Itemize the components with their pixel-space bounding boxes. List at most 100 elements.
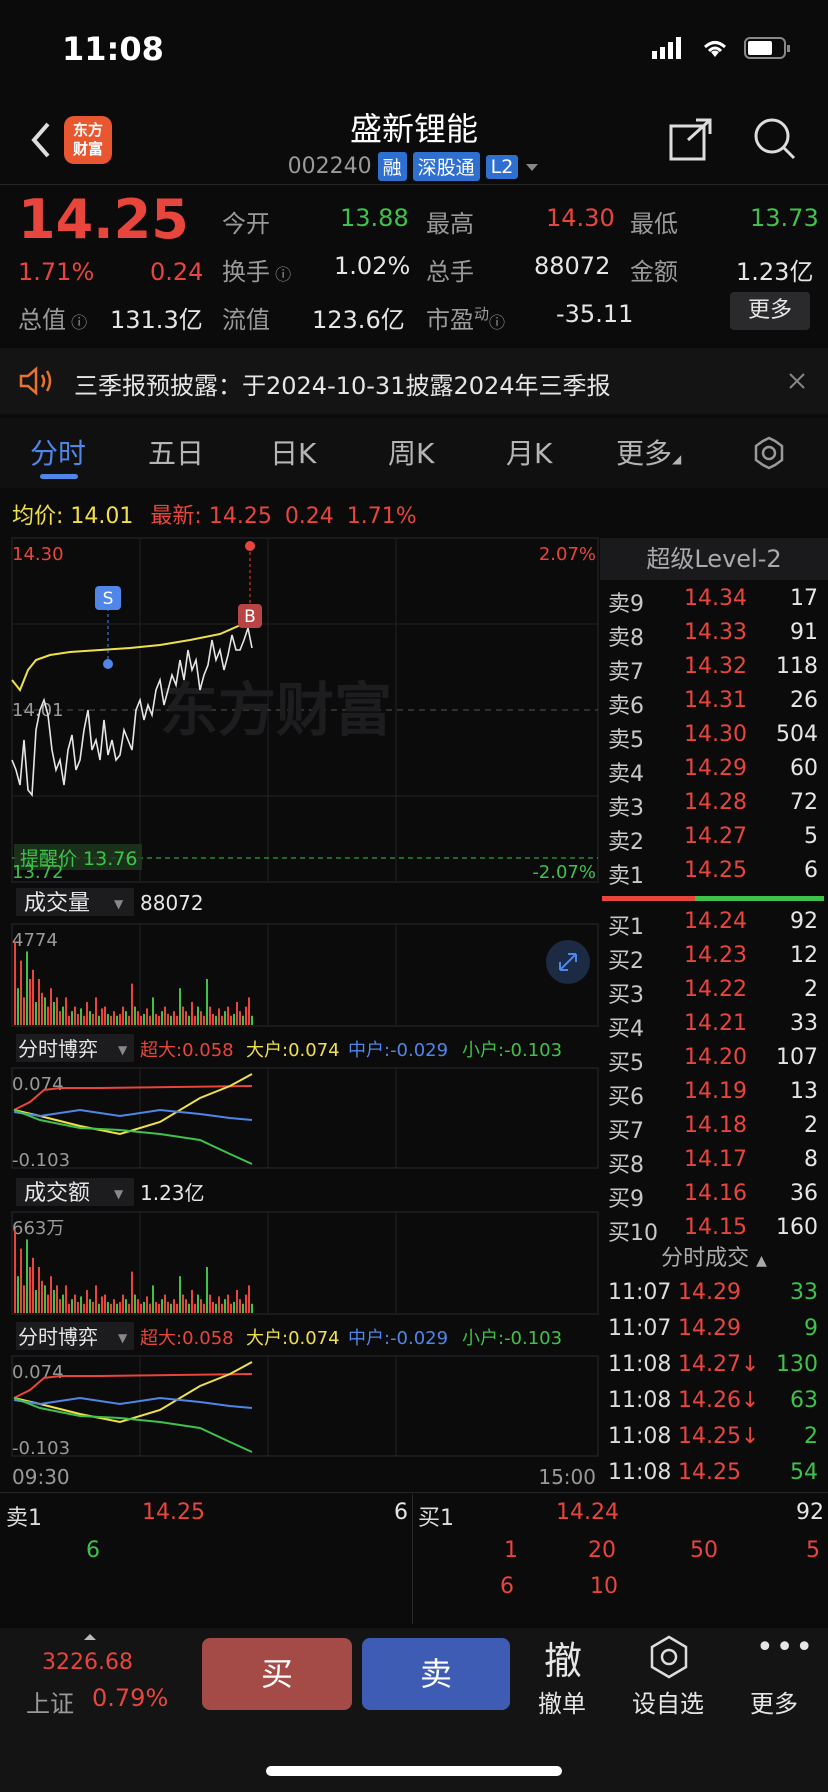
volume-bar [227, 1006, 229, 1025]
ticks-header[interactable]: 分时成交 ▲ [600, 1242, 828, 1276]
orderbook-row[interactable]: 买4 14.21 33 [600, 1009, 828, 1043]
index-value[interactable]: 3226.68 [42, 1650, 133, 1675]
more-icon[interactable]: ••• [756, 1630, 815, 1665]
orderbook-row[interactable]: 卖3 14.28 72 [600, 788, 828, 822]
game-super-2: 超大:0.058 [140, 1328, 234, 1349]
search-icon[interactable] [752, 116, 798, 162]
volume-bar [101, 1008, 103, 1025]
low-value: 13.73 [750, 204, 819, 232]
tab-weekly[interactable]: 周K [388, 432, 434, 472]
volume-bar [62, 1006, 64, 1025]
settings-icon[interactable] [752, 436, 786, 470]
volume-bar [32, 1257, 34, 1313]
orderbook-row[interactable]: 买6 14.19 13 [600, 1077, 828, 1111]
orderbook-volume: 17 [790, 586, 818, 611]
close-icon[interactable] [788, 372, 806, 390]
volume-bar [194, 1015, 196, 1025]
orderbook-row[interactable]: 买2 14.23 12 [600, 941, 828, 975]
high-label: 最高 [426, 210, 474, 238]
y-bot-label: 13.72 [12, 862, 64, 883]
index-name[interactable]: 上证 [26, 1684, 74, 1719]
orderbook-price: 14.17 [684, 1147, 747, 1172]
tab-5day[interactable]: 五日 [148, 432, 204, 472]
game-panel-label-2[interactable]: 分时博弈 [18, 1325, 98, 1349]
pe-value: -35.11 [556, 300, 634, 328]
volume-bar [206, 979, 208, 1025]
tab-intraday[interactable]: 分时 [30, 432, 86, 472]
volume-bar [197, 1294, 199, 1313]
volume-bar [107, 1301, 109, 1313]
more-quote-button[interactable]: 更多 [730, 292, 810, 330]
dropdown-icon[interactable] [524, 161, 540, 173]
intraday-chart[interactable]: 东方财富 提醒价 13.76 14.30 14.01 13.72 2.07% -… [0, 530, 600, 1490]
orderbook-row[interactable]: 买9 14.16 36 [600, 1179, 828, 1213]
orderbook-row[interactable]: 卖5 14.30 504 [600, 720, 828, 754]
tab-monthly[interactable]: 月K [506, 432, 552, 472]
tick-row: 11:08 14.25 54 [600, 1458, 828, 1492]
game-small-2: 小户:-0.103 [462, 1328, 562, 1349]
volume-bar [242, 1303, 244, 1313]
avg-value: 14.01 [70, 504, 134, 529]
orderbook-row[interactable]: 买8 14.17 8 [600, 1145, 828, 1179]
orderbook-row[interactable]: 卖4 14.29 60 [600, 754, 828, 788]
latest-pct: 1.71% [346, 504, 417, 529]
tick-time: 11:07 [608, 1316, 672, 1341]
more-label[interactable]: 更多 [750, 1684, 798, 1719]
volume-bar [83, 1015, 85, 1025]
sell-button[interactable]: 卖 [362, 1638, 510, 1710]
volume-bar [221, 1303, 223, 1313]
cancel-order-label[interactable]: 撤单 [538, 1684, 586, 1719]
svg-text:B: B [244, 607, 256, 627]
amount-label: 金额 [630, 258, 678, 286]
add-watchlist-icon[interactable] [646, 1634, 692, 1680]
cancel-order-icon[interactable]: 撤 [544, 1630, 582, 1685]
queue-buy-order: 6 [500, 1574, 514, 1599]
orderbook-row[interactable]: 卖6 14.31 26 [600, 686, 828, 720]
orderbook-row[interactable]: 买7 14.18 2 [600, 1111, 828, 1145]
orderbook-row[interactable]: 买1 14.24 92 [600, 907, 828, 941]
signal-icon [652, 37, 681, 59]
add-watchlist-label[interactable]: 设自选 [632, 1684, 704, 1719]
volume-bar [29, 1267, 31, 1313]
orderbook-price: 14.29 [684, 756, 747, 781]
volume-bar [113, 1011, 115, 1025]
volume-panel-label[interactable]: 成交量 [24, 891, 90, 916]
orderbook-row[interactable]: 卖9 14.34 17 [600, 584, 828, 618]
orderbook-level: 买3 [608, 983, 644, 1008]
index-pct[interactable]: 0.79% [92, 1684, 168, 1712]
amount-panel-label[interactable]: 成交额 [24, 1181, 90, 1206]
orderbook-header[interactable]: 超级Level-2 [600, 538, 828, 580]
game-panel-label-1[interactable]: 分时博弈 [18, 1037, 98, 1061]
orderbook-row[interactable]: 买5 14.20 107 [600, 1043, 828, 1077]
pct-top-label: 2.07% [539, 544, 596, 565]
volume-bar [179, 988, 181, 1025]
orderbook-level: 卖8 [608, 626, 644, 651]
orderbook-row[interactable]: 卖1 14.25 6 [600, 856, 828, 890]
orderbook-row[interactable]: 卖2 14.27 5 [600, 822, 828, 856]
tab-daily[interactable]: 日K [270, 432, 316, 472]
volume-bar [95, 1285, 97, 1313]
index-expand-icon[interactable] [82, 1632, 98, 1642]
notice-banner[interactable]: 三季报预披露：于2024-10-31披露2024年三季报 [0, 348, 828, 414]
buy-button[interactable]: 买 [202, 1638, 352, 1710]
volume-bar [152, 1285, 154, 1313]
volume-bar [188, 1303, 190, 1313]
orderbook-level: 买4 [608, 1017, 644, 1042]
orderbook-level: 买6 [608, 1085, 644, 1110]
period-tabs: 分时 五日 日K 周K 月K 更多◢ [0, 418, 828, 488]
volume-bar [137, 1299, 139, 1313]
orderbook-row[interactable]: 卖7 14.32 118 [600, 652, 828, 686]
orderbook-volume: 36 [790, 1181, 818, 1206]
orderbook-volume: 504 [776, 722, 818, 747]
chart-info-line: 均价: 14.01 最新: 14.25 0.24 1.71% [12, 498, 417, 530]
orderbook-row[interactable]: 卖8 14.33 91 [600, 618, 828, 652]
volume-bar [143, 1013, 145, 1025]
tab-more[interactable]: 更多◢ [616, 432, 681, 472]
orderbook-row[interactable]: 买3 14.22 2 [600, 975, 828, 1009]
current-price: 14.25 [18, 188, 189, 251]
mcap-row: 总值 ⓘ 131.3亿 [18, 300, 203, 335]
share-icon[interactable] [668, 116, 714, 162]
status-time: 11:08 [62, 30, 164, 68]
volume-bar [245, 1006, 247, 1025]
orderbook-level: 卖3 [608, 796, 644, 821]
